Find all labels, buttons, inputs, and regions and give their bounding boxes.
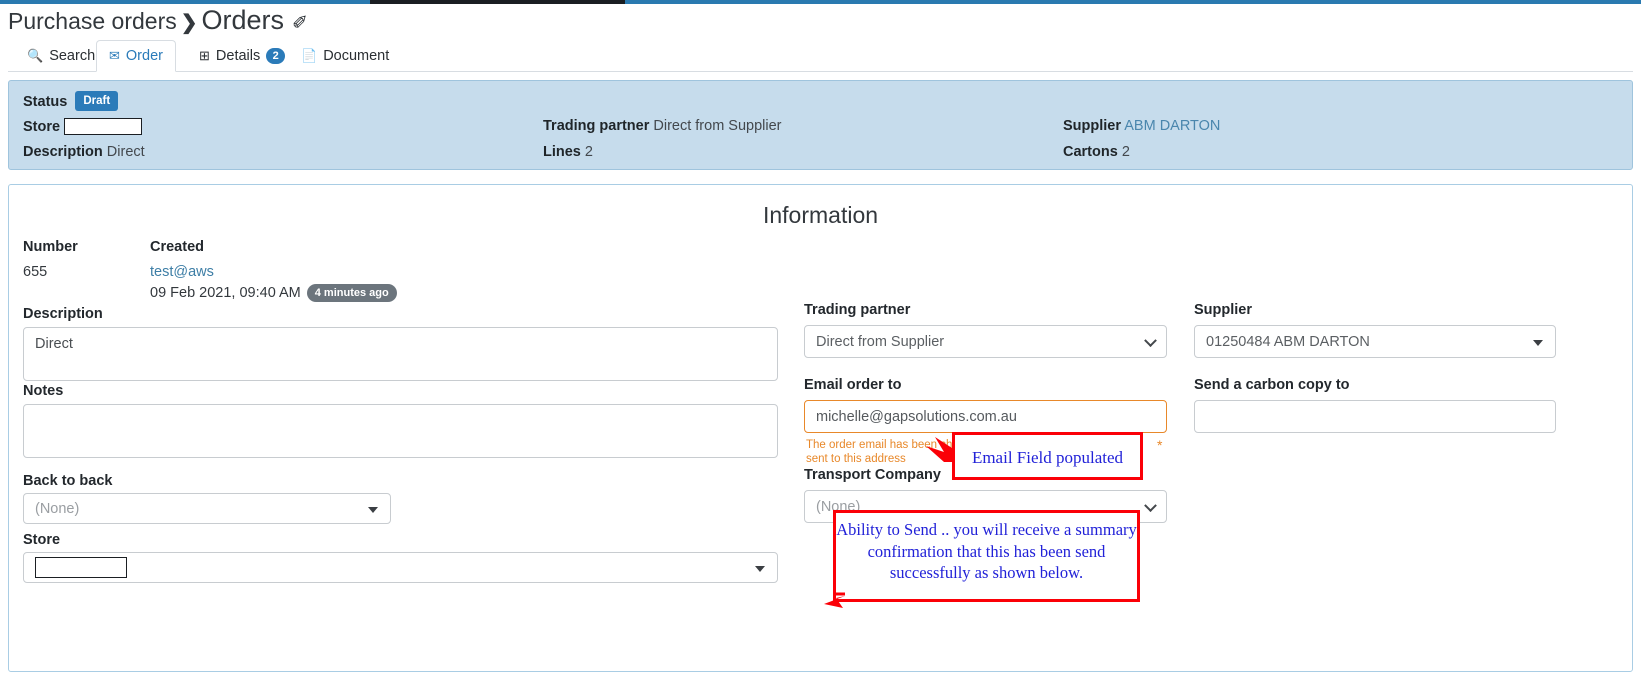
trading-partner-select[interactable]: Direct from Supplier (804, 325, 1167, 358)
grid-icon: ⊞ (199, 47, 210, 63)
supplier-field-label: Supplier (1194, 302, 1253, 318)
chevron-down-icon (368, 506, 378, 513)
store-label: Store (23, 119, 61, 135)
tab-order-label: Order (125, 47, 163, 64)
chevron-down-icon (1144, 333, 1157, 347)
number-label: Number (23, 239, 78, 255)
supplier-select-value: 01250484 ABM DARTON (1206, 333, 1370, 350)
purchase-orders-page: Purchase orders ❯ Orders ✐ 🔍 Search ✉ Order… (0, 0, 1641, 700)
required-marker: * (1157, 437, 1163, 453)
description-row: Description Direct (23, 144, 145, 160)
tab-details-badge: 2 (266, 47, 286, 64)
transport-company-label: Transport Company (804, 467, 941, 483)
annotation-email-field-populated: Email Field populated (952, 432, 1143, 480)
chevron-down-icon (1533, 339, 1543, 346)
number-value: 655 (23, 264, 48, 280)
supplier-value-link[interactable]: ABM DARTON (1124, 118, 1220, 134)
status-row: Status Draft (23, 91, 119, 111)
top-accent-bar-dark-segment (370, 0, 625, 4)
description-value: Direct (106, 144, 145, 160)
annotation-ability-to-send: Ability to Send .. you will receive a su… (833, 510, 1140, 602)
tab-search[interactable]: 🔍 Search (14, 40, 108, 72)
supplier-row: Supplier ABM DARTON (1063, 118, 1220, 134)
store-row: Store (23, 118, 143, 135)
notes-textarea[interactable] (23, 404, 778, 458)
created-label: Created (150, 239, 204, 255)
tab-details-label: Details (215, 47, 261, 64)
lines-value: 2 (584, 144, 593, 160)
information-card: Information Number 655 Created test@aws … (8, 184, 1633, 672)
document-icon: 📄 (301, 47, 318, 63)
tab-search-label: Search (49, 47, 96, 64)
description-field-label: Description (23, 306, 103, 322)
back-to-back-label: Back to back (23, 473, 113, 489)
envelope-icon: ✉ (109, 47, 120, 63)
lines-row: Lines 2 (543, 144, 593, 160)
breadcrumb: Purchase orders ❯ Orders ✐ (8, 5, 308, 39)
created-relative-badge: 4 minutes ago (306, 284, 397, 302)
store-select[interactable] (23, 552, 778, 583)
tab-document-label: Document (323, 47, 390, 64)
trading-partner-row: Trading partner Direct from Supplier (543, 118, 782, 134)
created-date-row: 09 Feb 2021, 09:40 AM 4 minutes ago (150, 284, 397, 302)
created-user-link[interactable]: test@aws (150, 264, 214, 280)
supplier-label: Supplier (1063, 118, 1122, 134)
email-order-to-input[interactable] (804, 400, 1167, 433)
breadcrumb-parent[interactable]: Purchase orders (8, 8, 177, 34)
search-icon: 🔍 (27, 47, 44, 63)
breadcrumb-separator-icon: ❯ (180, 12, 198, 34)
back-to-back-value: (None) (35, 500, 80, 517)
tab-details[interactable]: ⊞ Details 2 (186, 40, 298, 72)
cartons-value: 2 (1121, 144, 1130, 160)
store-field-label: Store (23, 532, 61, 548)
notes-field-label: Notes (23, 383, 64, 399)
trading-partner-label: Trading partner (543, 118, 650, 134)
created-date: 09 Feb 2021, 09:40 AM (150, 285, 301, 301)
supplier-select[interactable]: 01250484 ABM DARTON (1194, 325, 1556, 358)
store-input-box[interactable] (35, 557, 127, 578)
chevron-down-icon (755, 565, 765, 572)
tab-bar: 🔍 Search ✉ Order ⊞ Details 2 📄 Document (8, 40, 1633, 72)
chevron-down-icon (1144, 498, 1157, 512)
status-badge: Draft (75, 91, 119, 111)
store-value-box (64, 118, 143, 135)
trading-partner-field-label: Trading partner (804, 302, 911, 318)
tab-document[interactable]: 📄 Document (288, 40, 402, 72)
cartons-row: Cartons 2 (1063, 144, 1130, 160)
trading-partner-value: Direct from Supplier (653, 118, 782, 134)
carbon-copy-label: Send a carbon copy to (1194, 377, 1350, 393)
breadcrumb-current: Orders (201, 5, 285, 35)
top-accent-bar (0, 0, 1641, 4)
back-to-back-select[interactable]: (None) (23, 493, 391, 524)
status-label: Status (23, 94, 68, 110)
carbon-copy-input[interactable] (1194, 400, 1556, 433)
trading-partner-select-value: Direct from Supplier (816, 333, 945, 350)
status-summary-panel: Status Draft Store Description Direct Tra… (8, 80, 1633, 170)
description-label: Description (23, 144, 103, 160)
tab-order[interactable]: ✉ Order (96, 40, 176, 72)
email-order-to-label: Email order to (804, 377, 902, 393)
pin-icon[interactable]: ✐ (292, 9, 308, 39)
cartons-label: Cartons (1063, 144, 1118, 160)
annotation-email-text: Email Field populated (971, 448, 1124, 467)
lines-label: Lines (543, 144, 581, 160)
information-title: Information (762, 202, 879, 228)
description-textarea[interactable] (23, 327, 778, 381)
annotation-send-text: Ability to Send .. you will receive a su… (836, 520, 1137, 582)
